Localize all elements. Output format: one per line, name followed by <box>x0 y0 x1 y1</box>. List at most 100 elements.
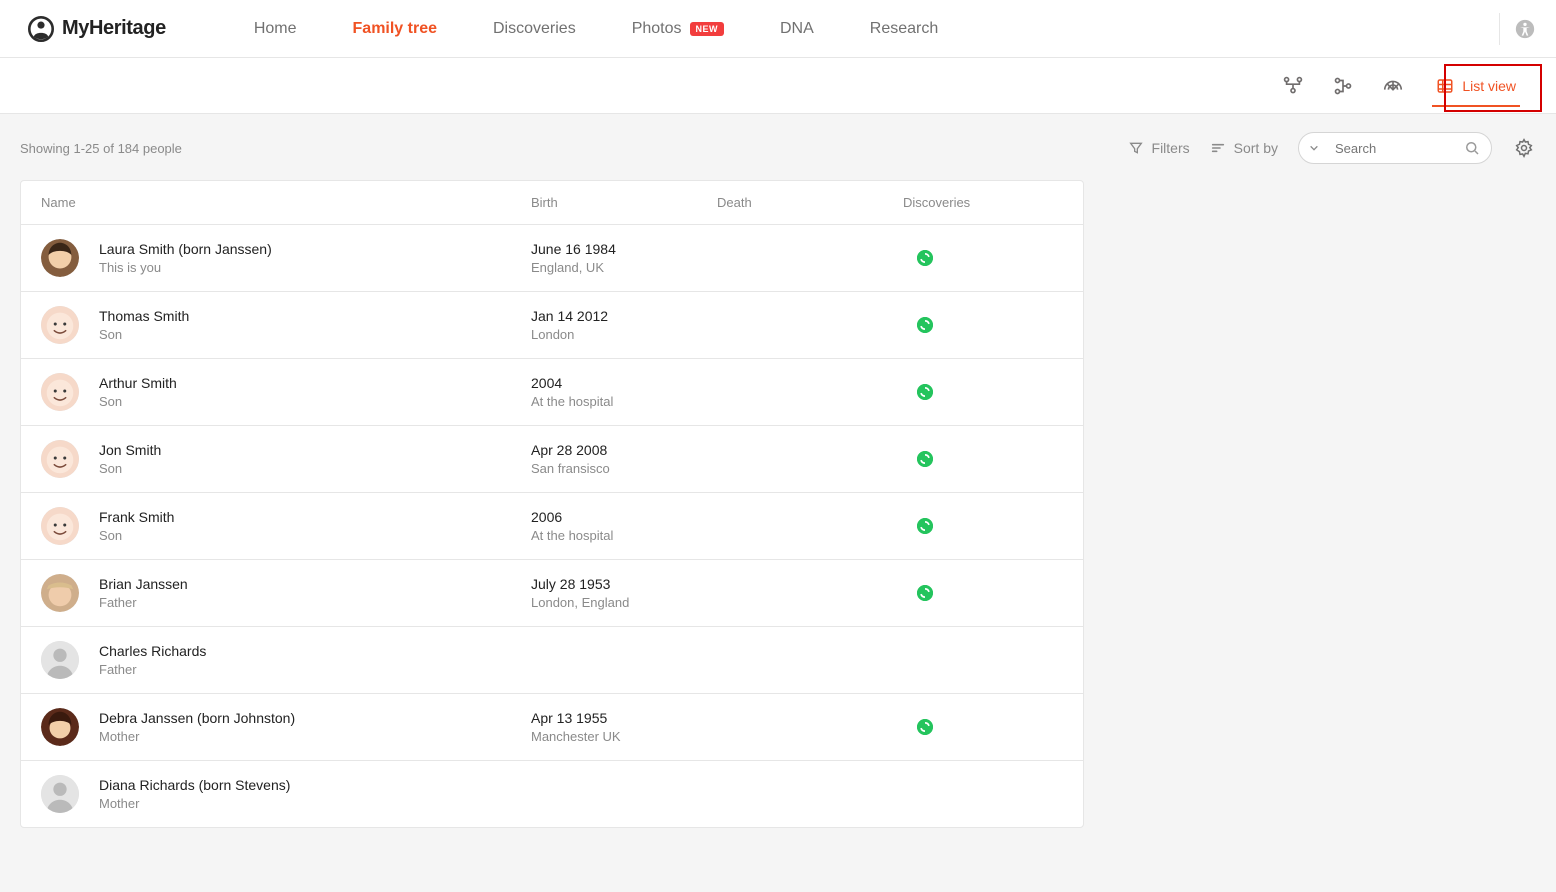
discovery-cell <box>903 451 1063 467</box>
filters-label: Filters <box>1152 140 1190 156</box>
discovery-badge[interactable] <box>917 518 933 534</box>
avatar <box>41 239 79 277</box>
discovery-badge[interactable] <box>917 384 933 400</box>
showing-count: Showing 1-25 of 184 people <box>20 141 1108 156</box>
discovery-cell <box>903 719 1063 735</box>
table-row[interactable]: Diana Richards (born Stevens) Mother <box>21 760 1083 827</box>
discovery-badge[interactable] <box>917 719 933 735</box>
discovery-badge[interactable] <box>917 250 933 266</box>
discovery-cell <box>903 384 1063 400</box>
brand-logo[interactable]: MyHeritage <box>28 16 166 42</box>
top-nav: MyHeritage Home Family tree Discoveries … <box>0 0 1556 58</box>
discovery-cell <box>903 250 1063 266</box>
person-name: Laura Smith (born Janssen) <box>99 241 272 257</box>
col-birth[interactable]: Birth <box>531 195 717 210</box>
table-row[interactable]: Laura Smith (born Janssen) This is you J… <box>21 225 1083 291</box>
filter-icon <box>1128 140 1144 156</box>
person-name: Debra Janssen (born Johnston) <box>99 710 295 726</box>
table-row[interactable]: Charles Richards Father <box>21 626 1083 693</box>
main-nav: Home Family tree Discoveries Photos NEW … <box>254 20 938 38</box>
sort-icon <box>1210 140 1226 156</box>
birth-cell: Jan 14 2012 London <box>531 308 717 342</box>
person-relation: Son <box>99 528 174 543</box>
view-fan-icon[interactable] <box>1376 69 1410 103</box>
avatar <box>41 641 79 679</box>
table-row[interactable]: Arthur Smith Son 2004 At the hospital <box>21 358 1083 425</box>
discovery-badge[interactable] <box>917 585 933 601</box>
people-table: Name Birth Death Discoveries Laura Smith… <box>20 180 1084 828</box>
birth-cell: 2004 At the hospital <box>531 375 717 409</box>
col-death[interactable]: Death <box>717 195 903 210</box>
table-row[interactable]: Thomas Smith Son Jan 14 2012 London <box>21 291 1083 358</box>
brand-name: MyHeritage <box>62 17 166 40</box>
birth-cell <box>531 793 717 796</box>
person-name: Brian Janssen <box>99 576 188 592</box>
col-discoveries[interactable]: Discoveries <box>903 195 1063 210</box>
nav-discoveries[interactable]: Discoveries <box>493 20 576 38</box>
person-name: Thomas Smith <box>99 308 189 324</box>
list-view-icon <box>1436 77 1454 95</box>
person-relation: Son <box>99 461 161 476</box>
view-tree-icon[interactable] <box>1326 69 1360 103</box>
col-name[interactable]: Name <box>41 195 531 210</box>
view-list-button[interactable]: List view <box>1426 71 1526 101</box>
table-row[interactable]: Jon Smith Son Apr 28 2008 San fransisco <box>21 425 1083 492</box>
nav-dna[interactable]: DNA <box>780 20 814 38</box>
birth-cell: 2006 At the hospital <box>531 509 717 543</box>
settings-button[interactable] <box>1512 136 1536 160</box>
search-icon <box>1463 139 1481 157</box>
discovery-badge[interactable] <box>917 451 933 467</box>
birth-cell: June 16 1984 England, UK <box>531 241 717 275</box>
person-relation: Father <box>99 662 206 677</box>
discovery-cell <box>903 585 1063 601</box>
person-name: Jon Smith <box>99 442 161 458</box>
discovery-cell <box>903 317 1063 333</box>
logo-icon <box>28 16 54 42</box>
table-row[interactable]: Debra Janssen (born Johnston) Mother Apr… <box>21 693 1083 760</box>
birth-cell: Apr 28 2008 San fransisco <box>531 442 717 476</box>
sortby-label: Sort by <box>1234 140 1278 156</box>
person-name: Arthur Smith <box>99 375 177 391</box>
avatar <box>41 507 79 545</box>
avatar <box>41 306 79 344</box>
person-relation: Mother <box>99 796 290 811</box>
discovery-cell <box>903 518 1063 534</box>
table-row[interactable]: Frank Smith Son 2006 At the hospital <box>21 492 1083 559</box>
search-input[interactable] <box>1333 140 1453 157</box>
person-relation: This is you <box>99 260 272 275</box>
list-toolbar: Showing 1-25 of 184 people Filters Sort … <box>20 132 1536 164</box>
nav-photos-label: Photos <box>632 20 682 38</box>
table-header: Name Birth Death Discoveries <box>21 181 1083 225</box>
view-toolbar: List view <box>0 58 1556 114</box>
nav-research[interactable]: Research <box>870 20 938 38</box>
person-name: Frank Smith <box>99 509 174 525</box>
new-badge: NEW <box>690 22 725 36</box>
view-pedigree-icon[interactable] <box>1276 69 1310 103</box>
birth-cell: July 28 1953 London, England <box>531 576 717 610</box>
chevron-down-icon <box>1309 143 1319 153</box>
sortby-button[interactable]: Sort by <box>1210 140 1278 156</box>
search-box[interactable] <box>1298 132 1492 164</box>
person-name: Diana Richards (born Stevens) <box>99 777 290 793</box>
view-list-label: List view <box>1462 78 1516 94</box>
nav-photos[interactable]: Photos NEW <box>632 20 724 38</box>
avatar <box>41 708 79 746</box>
discovery-badge[interactable] <box>917 317 933 333</box>
filters-button[interactable]: Filters <box>1128 140 1190 156</box>
divider <box>1499 13 1500 45</box>
nav-home[interactable]: Home <box>254 20 297 38</box>
table-row[interactable]: Brian Janssen Father July 28 1953 London… <box>21 559 1083 626</box>
avatar <box>41 775 79 813</box>
avatar <box>41 373 79 411</box>
person-relation: Father <box>99 595 188 610</box>
nav-family-tree[interactable]: Family tree <box>353 20 437 38</box>
birth-cell: Apr 13 1955 Manchester UK <box>531 710 717 744</box>
birth-cell <box>531 659 717 662</box>
list-workspace: Showing 1-25 of 184 people Filters Sort … <box>0 114 1556 892</box>
avatar <box>41 574 79 612</box>
person-name: Charles Richards <box>99 643 206 659</box>
accessibility-icon[interactable] <box>1514 18 1536 40</box>
search-scope-chevron[interactable] <box>1305 137 1323 160</box>
top-right-controls <box>1499 13 1536 45</box>
gear-icon <box>1514 138 1534 158</box>
